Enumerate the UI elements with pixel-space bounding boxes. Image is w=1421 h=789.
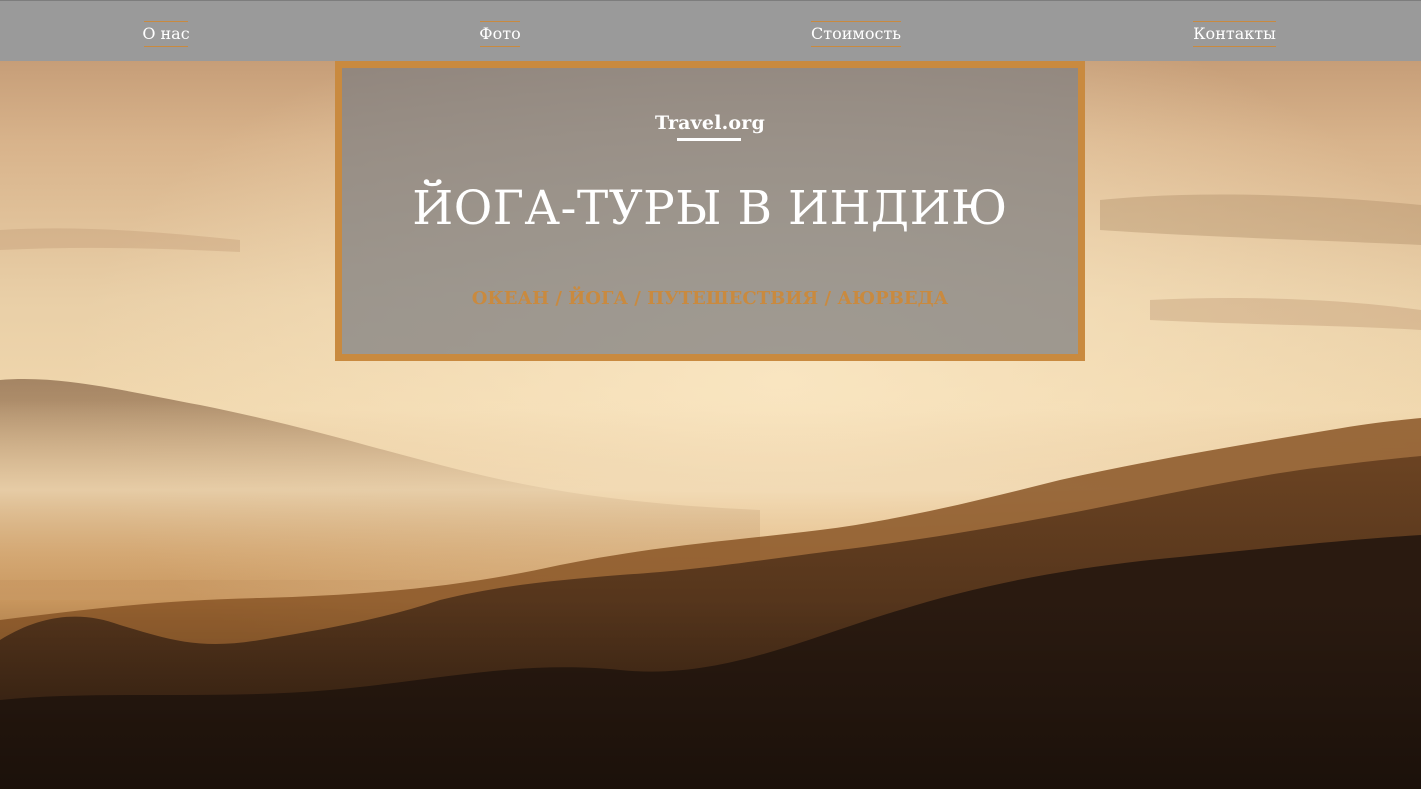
hero-tagline: ОКЕАН / ЙОГА / ПУТЕШЕСТВИЯ / АЮРВЕДА: [471, 288, 949, 309]
brand-underline: [677, 138, 741, 141]
nav-link-label: Стоимость: [811, 24, 901, 43]
nav-link-underline: [1193, 46, 1276, 47]
hero-headline: ЙОГА-ТУРЫ В ИНДИЮ: [412, 181, 1008, 236]
nav-link-label: О нас: [142, 24, 190, 43]
nav-link-pricing[interactable]: Стоимость: [811, 21, 901, 47]
nav-link-underline: [480, 46, 520, 47]
nav-link-label: Фото: [479, 24, 521, 43]
nav-link-label: Контакты: [1193, 24, 1276, 43]
nav-link-photo[interactable]: Фото: [479, 21, 521, 47]
nav-link-underline: [144, 46, 188, 47]
site-brand: Travel.org: [654, 112, 765, 134]
top-navigation: О нас Фото Стоимость Контакты: [0, 0, 1421, 61]
hero-banner: Travel.org ЙОГА-ТУРЫ В ИНДИЮ ОКЕАН / ЙОГ…: [335, 61, 1085, 361]
page: О нас Фото Стоимость Контакты Travel.org…: [0, 0, 1421, 789]
nav-link-underline: [811, 46, 901, 47]
nav-link-contacts[interactable]: Контакты: [1193, 21, 1276, 47]
nav-link-about[interactable]: О нас: [142, 21, 190, 47]
